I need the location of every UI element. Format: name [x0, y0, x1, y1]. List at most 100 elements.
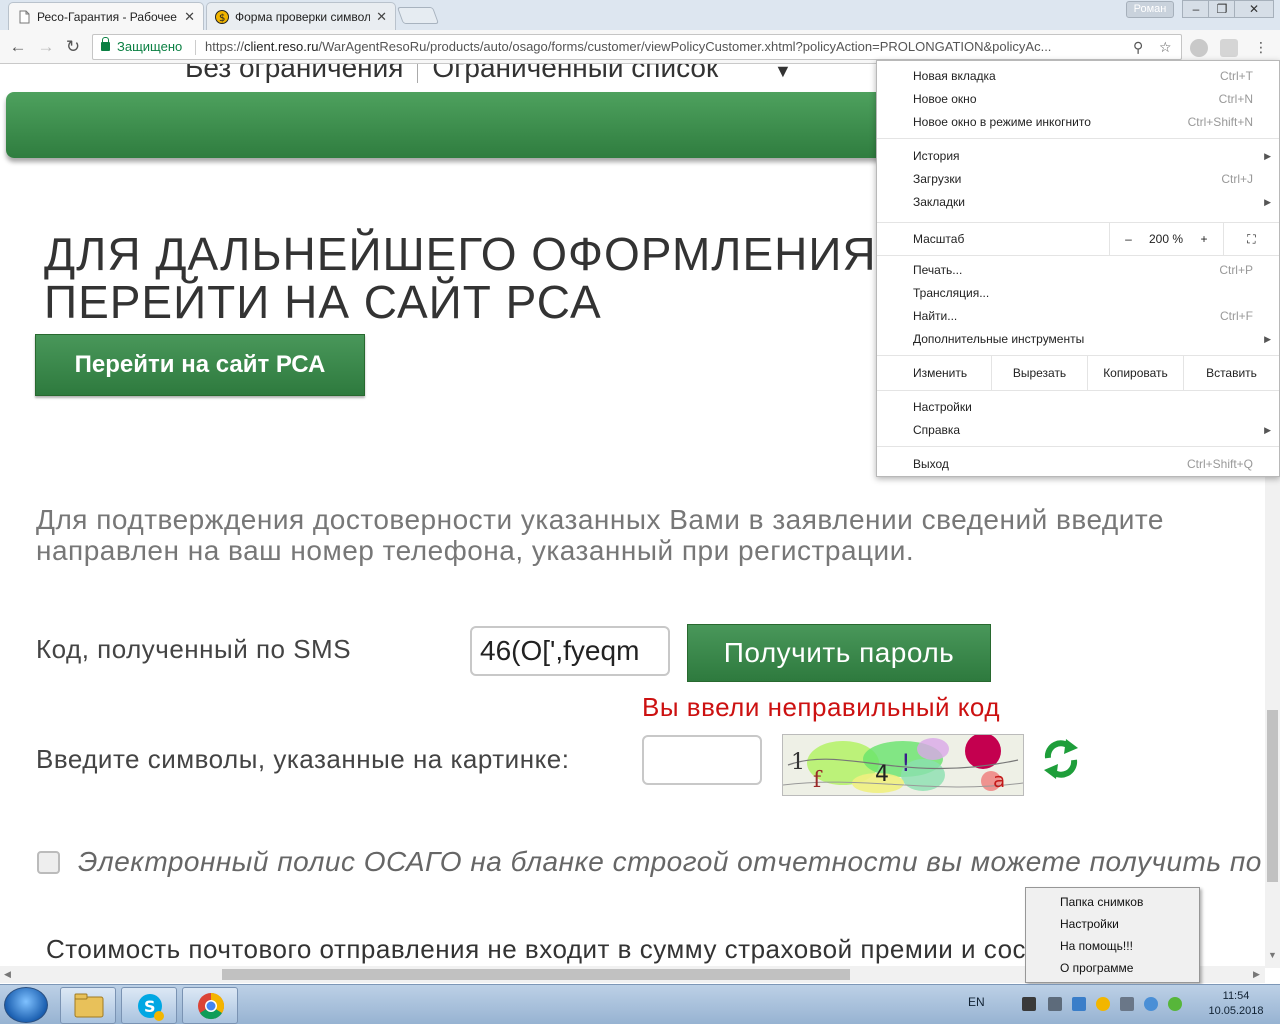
tray-menu-help[interactable]: На помощь!!!: [1060, 936, 1133, 956]
menu-print[interactable]: Печать... Ctrl+P: [877, 259, 1279, 281]
paste-button[interactable]: Вставить: [1183, 356, 1279, 390]
tray-menu-settings[interactable]: Настройки: [1060, 914, 1119, 934]
back-arrow-icon[interactable]: ←: [8, 37, 28, 57]
menu-shortcut: Ctrl+J: [1221, 172, 1253, 186]
reload-icon[interactable]: ↻: [63, 37, 83, 57]
menu-item-label: Загрузки: [913, 172, 962, 186]
tab-reso[interactable]: Ресо-Гарантия - Рабочее место агента ✕: [8, 2, 204, 30]
menu-new-tab[interactable]: Новая вкладка Ctrl+T: [877, 65, 1279, 87]
menu-item-label: Закладки: [913, 195, 965, 209]
restore-button[interactable]: ❐: [1208, 0, 1236, 18]
postage-cost-text: Стоимость почтового отправления не входи…: [46, 934, 1177, 964]
horizontal-scrollbar-thumb[interactable]: [222, 969, 850, 980]
menu-shortcut: Ctrl+P: [1219, 263, 1253, 277]
captcha-image: 1 f 4 ! a: [782, 734, 1024, 796]
tray-agent-icon[interactable]: [1168, 997, 1182, 1011]
captcha-input[interactable]: [642, 735, 762, 785]
page-icon: [19, 10, 30, 23]
menu-downloads[interactable]: Загрузки Ctrl+J: [877, 168, 1279, 190]
tray-network-icon[interactable]: [1120, 997, 1134, 1011]
sms-code-label: Код, полученный по SMS: [36, 634, 352, 664]
go-to-rca-button[interactable]: Перейти на сайт РСА: [35, 334, 365, 396]
menu-help[interactable]: Справка ▶: [877, 419, 1279, 441]
fullscreen-icon[interactable]: ⛶: [1223, 223, 1279, 255]
close-tab-icon[interactable]: ✕: [376, 9, 387, 25]
menu-item-label: Трансляция...: [913, 286, 990, 300]
copy-button[interactable]: Копировать: [1087, 356, 1183, 390]
heading-line-1: ДЛЯ ДАЛЬНЕЙШЕГО ОФОРМЛЕНИЯ: [44, 228, 877, 280]
tray-globe-icon[interactable]: [1144, 997, 1158, 1011]
zoom-out-button[interactable]: –: [1109, 223, 1147, 255]
dropdown-triangle-icon[interactable]: ▼: [774, 64, 792, 81]
system-clock[interactable]: 11:54 10.05.2018: [1196, 989, 1276, 1019]
submenu-arrow-icon: ▶: [1264, 334, 1271, 344]
scroll-right-arrow-icon[interactable]: ▶: [1253, 969, 1260, 980]
zoom-magnifier-icon[interactable]: ⚲: [1133, 35, 1143, 59]
url-separator: [195, 40, 196, 55]
taskbar-explorer[interactable]: [60, 987, 116, 1024]
close-tab-icon[interactable]: ✕: [184, 9, 195, 25]
menu-bookmarks[interactable]: Закладки ▶: [877, 191, 1279, 213]
heading-line-2: ПЕРЕЙТИ НА САЙТ РСА: [44, 276, 602, 328]
zoom-value: 200 %: [1148, 232, 1184, 246]
refresh-captcha-icon[interactable]: [1040, 736, 1082, 782]
extension-icon[interactable]: [1190, 39, 1208, 57]
chrome-menu-icon[interactable]: ⋮: [1251, 37, 1271, 57]
taskbar-chrome[interactable]: [182, 987, 238, 1024]
close-window-button[interactable]: ✕: [1234, 0, 1274, 18]
paper-policy-text: Электронный полис ОСАГО на бланке строго…: [78, 846, 1265, 877]
get-password-button[interactable]: Получить пароль: [687, 624, 991, 682]
sms-code-input[interactable]: 46(O[',fyeqm: [470, 626, 670, 676]
nav-unrestricted[interactable]: Без ограничения: [185, 64, 403, 83]
lock-icon: [101, 37, 110, 51]
menu-item-label: Новая вкладка: [913, 69, 996, 83]
menu-cast[interactable]: Трансляция...: [877, 282, 1279, 304]
minimize-button[interactable]: –: [1182, 0, 1210, 18]
tab-title: Ресо-Гарантия - Рабочее место агента: [37, 9, 178, 24]
nav-restricted-list[interactable]: Ограниченный список: [432, 64, 718, 83]
menu-settings[interactable]: Настройки: [877, 396, 1279, 418]
menu-exit[interactable]: Выход Ctrl+Shift+Q: [877, 453, 1279, 475]
extension-pdf-icon[interactable]: [1220, 39, 1238, 57]
tray-app-icon[interactable]: [1072, 997, 1086, 1011]
start-button[interactable]: [4, 987, 48, 1023]
menu-shortcut: Ctrl+Shift+N: [1187, 115, 1253, 129]
new-tab-button[interactable]: [396, 7, 440, 24]
forward-arrow-icon[interactable]: →: [36, 37, 56, 57]
tray-skype-status-icon[interactable]: [1096, 997, 1110, 1011]
address-bar[interactable]: Защищено https://client.reso.ru/WarAgent…: [92, 34, 1182, 60]
submenu-arrow-icon: ▶: [1264, 151, 1271, 161]
tray-menu-screenshots-folder[interactable]: Папка снимков: [1060, 892, 1143, 912]
tray-usb-icon[interactable]: [1048, 997, 1062, 1011]
profile-button[interactable]: Роман: [1126, 1, 1174, 18]
chrome-icon: [198, 992, 225, 1020]
nav-separator: [417, 64, 419, 83]
menu-item-label: Дополнительные инструменты: [913, 332, 1085, 346]
keyboard-language[interactable]: EN: [968, 995, 985, 1009]
scroll-left-arrow-icon[interactable]: ◀: [4, 969, 11, 980]
menu-edit-row: Изменить Вырезать Копировать Вставить: [877, 356, 1279, 390]
svg-text:$: $: [219, 13, 225, 24]
menu-more-tools[interactable]: Дополнительные инструменты ▶: [877, 328, 1279, 350]
menu-history[interactable]: История ▶: [877, 145, 1279, 167]
tray-menu-about[interactable]: О программе: [1060, 958, 1133, 978]
scroll-down-arrow-icon[interactable]: ▼: [1268, 950, 1277, 960]
bookmark-star-icon[interactable]: ☆: [1159, 35, 1172, 59]
zoom-in-button[interactable]: +: [1185, 223, 1223, 255]
edit-label: Изменить: [913, 366, 968, 380]
header-banner: [6, 92, 906, 158]
tray-camera-icon[interactable]: [1022, 997, 1036, 1011]
taskbar-skype[interactable]: S: [121, 987, 177, 1024]
tab-captcha-form[interactable]: $ Форма проверки символов ✕: [206, 2, 396, 30]
menu-item-label: Настройки: [913, 400, 972, 414]
menu-find[interactable]: Найти... Ctrl+F: [877, 305, 1279, 327]
site-logo-icon: $: [215, 9, 229, 24]
paper-policy-checkbox[interactable]: [37, 851, 60, 874]
vertical-scrollbar-thumb[interactable]: [1267, 710, 1278, 882]
cut-button[interactable]: Вырезать: [991, 356, 1087, 390]
menu-item-label: Найти...: [913, 309, 958, 323]
menu-new-window[interactable]: Новое окно Ctrl+N: [877, 88, 1279, 110]
info-line-2: направлен на ваш номер телефона, указанн…: [36, 535, 915, 566]
menu-zoom-row: Масштаб – 200 % + ⛶: [877, 223, 1279, 255]
menu-incognito[interactable]: Новое окно в режиме инкогнито Ctrl+Shift+…: [877, 111, 1279, 133]
